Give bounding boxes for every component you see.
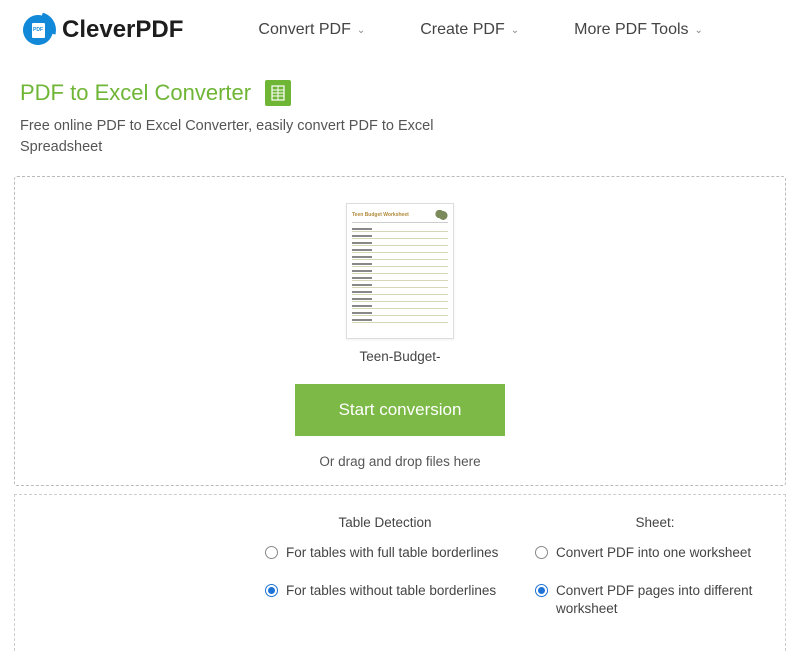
header: PDF CleverPDF Convert PDF ⌄ Create PDF ⌄… xyxy=(0,0,800,66)
logo[interactable]: PDF CleverPDF xyxy=(20,12,183,48)
radio-one-worksheet[interactable]: Convert PDF into one worksheet xyxy=(535,544,775,562)
radio-label: For tables without table borderlines xyxy=(286,582,496,600)
nav-more-tools[interactable]: More PDF Tools ⌄ xyxy=(574,21,703,39)
sheet-group: Sheet: Convert PDF into one worksheet Co… xyxy=(535,515,775,639)
file-preview: Teen Budget Worksheet xyxy=(346,203,454,339)
page-subtitle: Free online PDF to Excel Converter, easi… xyxy=(0,112,480,176)
drag-hint: Or drag and drop files here xyxy=(35,454,765,475)
nav-label: More PDF Tools xyxy=(574,21,688,39)
start-conversion-button[interactable]: Start conversion xyxy=(295,384,506,436)
radio-without-borderlines[interactable]: For tables without table borderlines xyxy=(265,582,505,600)
preview-title: Teen Budget Worksheet xyxy=(352,212,409,218)
file-name: Teen-Budget- xyxy=(35,349,765,364)
chevron-down-icon: ⌄ xyxy=(511,25,519,36)
table-detection-group: Table Detection For tables with full tab… xyxy=(265,515,505,639)
nav: Convert PDF ⌄ Create PDF ⌄ More PDF Tool… xyxy=(258,21,703,39)
radio-label: Convert PDF pages into different workshe… xyxy=(556,582,775,618)
drop-zone[interactable]: Teen Budget Worksheet Teen-Budget- Start… xyxy=(14,176,786,486)
option-title: Sheet: xyxy=(535,515,775,530)
chevron-down-icon: ⌄ xyxy=(357,25,365,36)
brand-name: CleverPDF xyxy=(62,16,183,44)
nav-label: Create PDF xyxy=(420,21,504,39)
page-title-row: PDF to Excel Converter xyxy=(0,66,800,112)
nav-convert-pdf[interactable]: Convert PDF ⌄ xyxy=(258,21,365,39)
option-title: Table Detection xyxy=(265,515,505,530)
radio-icon xyxy=(265,546,278,559)
radio-label: For tables with full table borderlines xyxy=(286,544,498,562)
radio-multi-worksheet[interactable]: Convert PDF pages into different workshe… xyxy=(535,582,775,618)
logo-icon: PDF xyxy=(20,12,56,48)
excel-icon xyxy=(265,80,291,106)
nav-label: Convert PDF xyxy=(258,21,350,39)
chevron-down-icon: ⌄ xyxy=(695,25,703,36)
page-title: PDF to Excel Converter xyxy=(20,80,251,106)
radio-icon xyxy=(535,546,548,559)
options-panel: Table Detection For tables with full tab… xyxy=(14,494,786,651)
radio-icon xyxy=(535,584,548,597)
radio-full-borderlines[interactable]: For tables with full table borderlines xyxy=(265,544,505,562)
radio-label: Convert PDF into one worksheet xyxy=(556,544,751,562)
nav-create-pdf[interactable]: Create PDF ⌄ xyxy=(420,21,519,39)
radio-icon xyxy=(265,584,278,597)
